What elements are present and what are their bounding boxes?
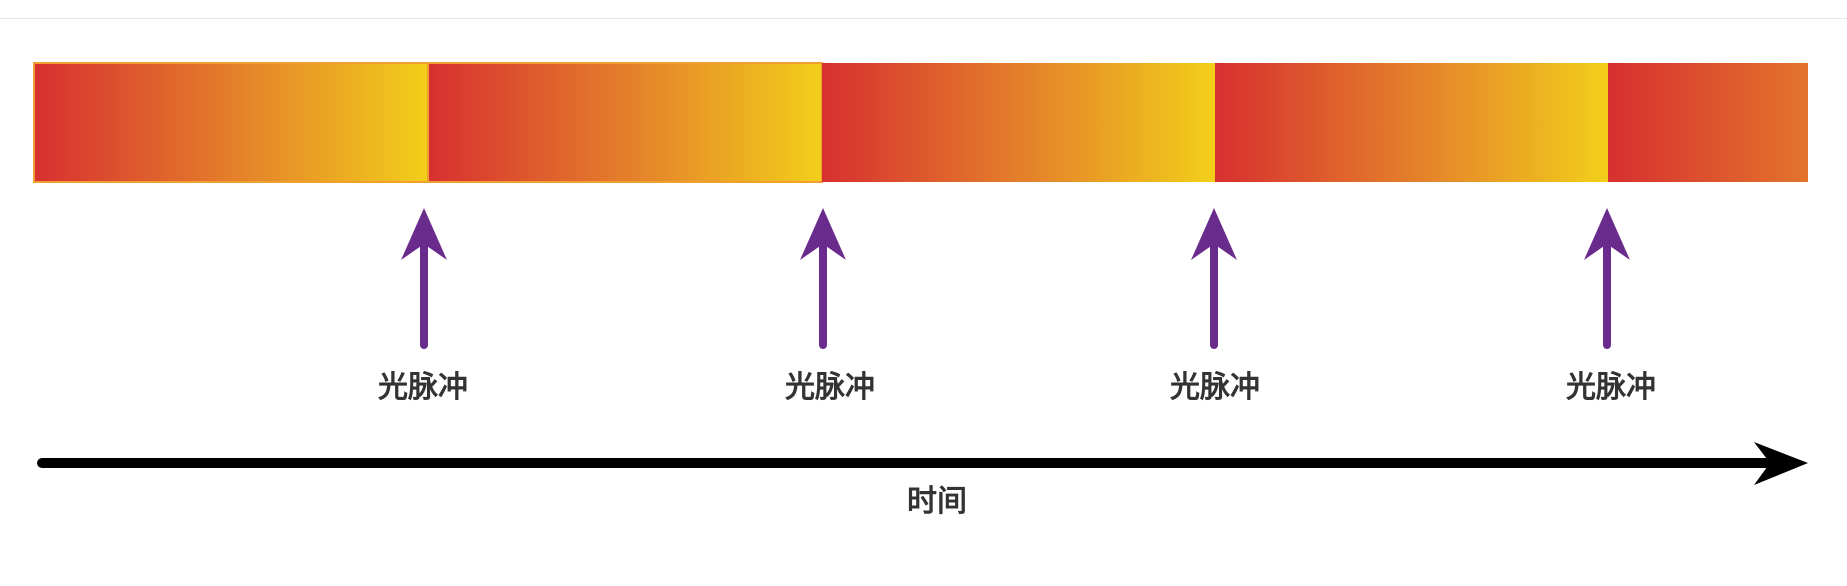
- time-axis: 时间: [37, 442, 1808, 519]
- heat-bar: [33, 62, 1808, 183]
- heat-segment-4: [1215, 63, 1608, 182]
- pulse-label-2: 光脉冲: [785, 370, 875, 405]
- heat-segment-3: [822, 63, 1215, 182]
- heat-segment-2: [427, 62, 823, 183]
- time-axis-label: 时间: [907, 484, 967, 519]
- heat-segment-1: [33, 62, 429, 183]
- pulse-arrow-1: [401, 208, 447, 349]
- pulse-arrow-3: [1191, 208, 1237, 349]
- pulse-timeline-diagram: 光脉冲 光脉冲 光脉冲 光脉冲 时间: [33, 62, 1808, 519]
- pulse-label-4: 光脉冲: [1566, 370, 1656, 405]
- pulse-label-1: 光脉冲: [378, 370, 468, 405]
- pulse-arrow-2: [800, 208, 846, 349]
- heat-segment-5: [1608, 63, 1808, 182]
- pulse-labels: 光脉冲 光脉冲 光脉冲 光脉冲: [378, 370, 1656, 405]
- pulse-arrow-4: [1584, 208, 1630, 349]
- pulse-label-3: 光脉冲: [1170, 370, 1260, 405]
- pulse-arrows: [401, 208, 1630, 349]
